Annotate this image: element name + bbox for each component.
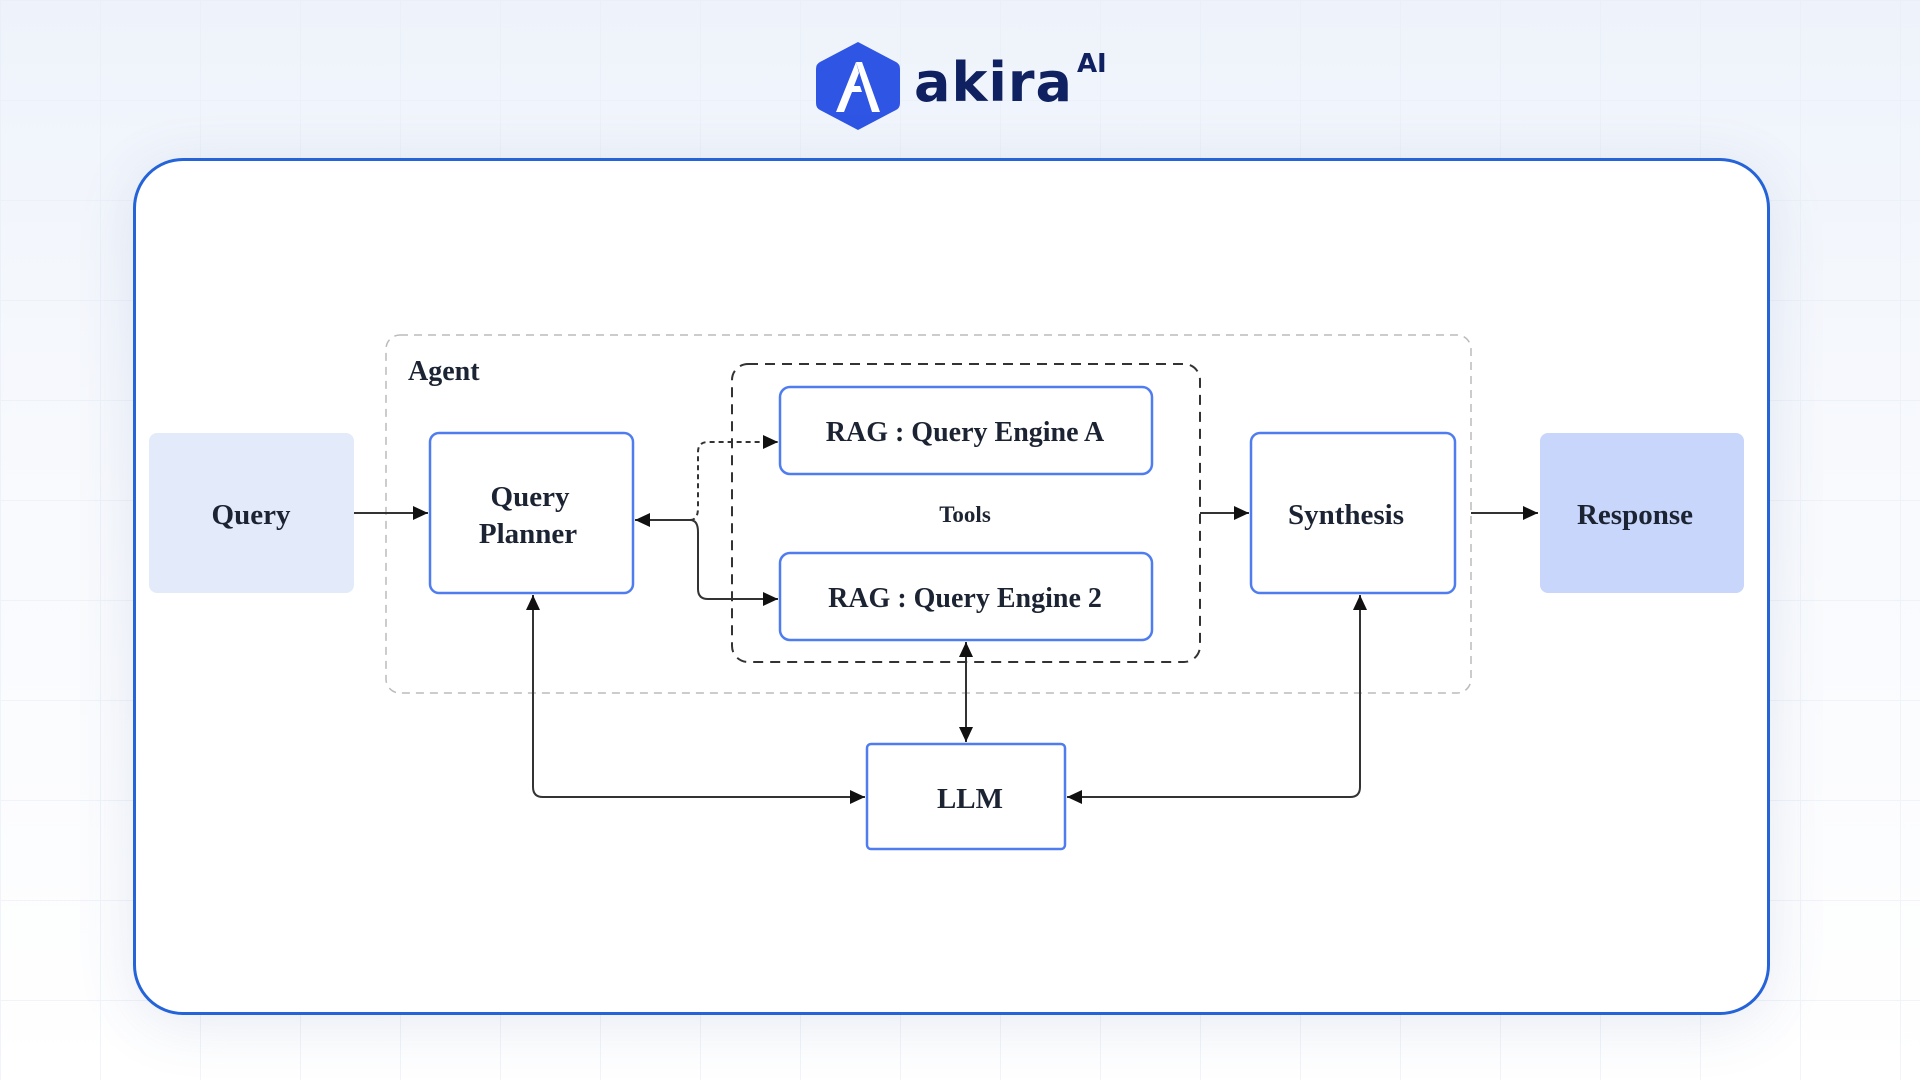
rag-engine-2-node: RAG : Query Engine 2 [778, 551, 1154, 642]
engine-2-label: RAG : Query Engine 2 [828, 583, 1102, 614]
query-label: Query [212, 499, 291, 531]
llm-node: LLM [865, 742, 1067, 851]
engine-a-label: RAG : Query Engine A [826, 417, 1105, 448]
agent-diagram: Agent Tools Query Query Planner RAG : Qu… [149, 334, 1744, 851]
query-planner-node: Query Planner [428, 431, 635, 595]
rag-engine-a-node: RAG : Query Engine A [778, 385, 1154, 476]
tools-label: Tools [939, 502, 991, 527]
planner-label-line1: Query [491, 481, 570, 513]
response-label: Response [1577, 499, 1693, 531]
arrow-planner-to-engine-2 [689, 519, 778, 606]
arrow-planner-to-engine-a [689, 435, 778, 521]
synthesis-node: Synthesis [1249, 431, 1457, 595]
synthesis-label: Synthesis [1288, 499, 1404, 531]
query-node: Query [149, 433, 354, 593]
llm-label: LLM [937, 783, 1003, 815]
planner-label-line2: Planner [479, 518, 577, 550]
agent-label: Agent [408, 356, 480, 387]
response-node: Response [1540, 433, 1744, 593]
